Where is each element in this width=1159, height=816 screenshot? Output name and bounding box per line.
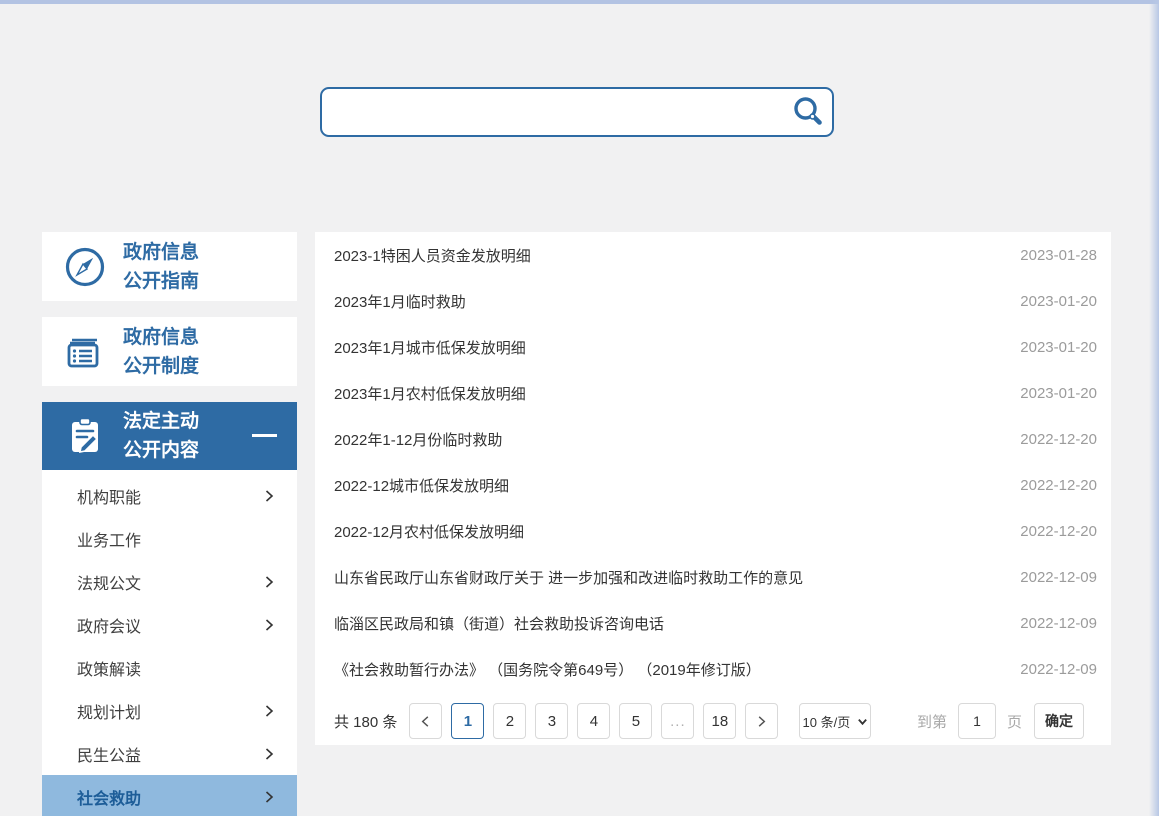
page-number-button[interactable]: 3	[535, 703, 568, 739]
submenu-item-label: 政策解读	[77, 656, 141, 680]
chevron-right-icon	[262, 704, 276, 718]
page-number-label: 18	[712, 713, 729, 730]
page-number-label: 1	[464, 713, 472, 730]
submenu-item-label: 业务工作	[77, 527, 141, 551]
chevron-right-icon	[262, 790, 276, 804]
chevron-right-icon	[262, 618, 276, 632]
list-item: 2023年1月城市低保发放明细 2023-01-20	[334, 324, 1097, 370]
sidebar-item-label: 政府信息 公开制度	[123, 323, 199, 381]
submenu-item-label: 规划计划	[77, 699, 141, 723]
goto-prefix-label: 到第	[917, 711, 947, 732]
sidebar-submenu-item[interactable]: 法规公文	[42, 560, 297, 603]
page-number-button[interactable]: 18	[703, 703, 736, 739]
page-number-button[interactable]: 4	[577, 703, 610, 739]
sidebar-submenu-item[interactable]: 社会救助	[42, 775, 297, 816]
submenu-item-label: 机构职能	[77, 484, 141, 508]
sidebar-submenu-item[interactable]: 规划计划	[42, 689, 297, 732]
list-item: 山东省民政厅山东省财政厅关于 进一步加强和改进临时救助工作的意见 2022-12…	[334, 554, 1097, 600]
page-number-button[interactable]: 2	[493, 703, 526, 739]
chevron-right-icon	[262, 575, 276, 589]
submenu-item-label: 政府会议	[77, 613, 141, 637]
search-input[interactable]	[322, 89, 784, 135]
minus-icon[interactable]	[252, 434, 277, 437]
page-number-label: ...	[670, 713, 686, 730]
article-link[interactable]: 2023年1月城市低保发放明细	[334, 337, 526, 358]
sidebar-item-label: 政府信息 公开指南	[123, 238, 199, 296]
article-date: 2022-12-20	[1020, 477, 1097, 494]
search-icon	[791, 95, 825, 129]
list-item: 2023年1月临时救助 2023-01-20	[334, 278, 1097, 324]
list-item: 《社会救助暂行办法》 （国务院令第649号） （2019年修订版） 2022-1…	[334, 646, 1097, 692]
clipboard-pen-icon	[63, 414, 107, 458]
article-link[interactable]: 2022-12月农村低保发放明细	[334, 521, 524, 542]
search-button[interactable]	[784, 89, 832, 135]
sidebar-item-label: 法定主动 公开内容	[123, 407, 199, 465]
sidebar-submenu: 机构职能 业务工作 法规公文	[42, 470, 297, 816]
page-number-label: 4	[590, 713, 598, 730]
list-item: 2023年1月农村低保发放明细 2023-01-20	[334, 370, 1097, 416]
sidebar-submenu-item[interactable]: 机构职能	[42, 474, 297, 517]
article-date: 2023-01-28	[1020, 247, 1097, 264]
sidebar-submenu-item[interactable]: 政策解读	[42, 646, 297, 689]
chevron-right-icon	[262, 747, 276, 761]
next-page-button[interactable]	[745, 703, 778, 739]
chevron-down-icon	[857, 716, 868, 727]
article-link[interactable]: 2023年1月临时救助	[334, 291, 466, 312]
list-item: 2022-12月农村低保发放明细 2022-12-20	[334, 508, 1097, 554]
pagination-bar: 共 180 条 1 2 3 4 5	[334, 703, 1097, 739]
chevron-left-icon	[419, 715, 432, 728]
chevron-right-icon	[262, 489, 276, 503]
total-count-label: 共 180 条	[334, 711, 397, 732]
document-list-icon	[63, 330, 107, 374]
submenu-item-label: 法规公文	[77, 570, 141, 594]
article-list-panel: 2023-1特困人员资金发放明细 2023-01-28 2023年1月临时救助 …	[315, 232, 1111, 745]
article-date: 2022-12-20	[1020, 523, 1097, 540]
page-number-label: 3	[548, 713, 556, 730]
article-date: 2022-12-20	[1020, 431, 1097, 448]
page-number-label: 5	[632, 713, 640, 730]
article-link[interactable]: 2022年1-12月份临时救助	[334, 429, 502, 450]
article-link[interactable]: 《社会救助暂行办法》 （国务院令第649号） （2019年修订版）	[334, 659, 761, 680]
sidebar-submenu-item[interactable]: 业务工作	[42, 517, 297, 560]
chevron-right-icon	[755, 715, 768, 728]
article-date: 2023-01-20	[1020, 385, 1097, 402]
article-date: 2022-12-09	[1020, 615, 1097, 632]
submenu-item-label: 民生公益	[77, 742, 141, 766]
sidebar-item-gov-info-system[interactable]: 政府信息 公开制度	[42, 317, 297, 386]
page-number-label: 2	[506, 713, 514, 730]
sidebar-item-statutory-disclosure[interactable]: 法定主动 公开内容	[42, 402, 297, 470]
search-box	[320, 87, 834, 137]
article-link[interactable]: 2023年1月农村低保发放明细	[334, 383, 526, 404]
article-date: 2023-01-20	[1020, 293, 1097, 310]
goto-page-input[interactable]	[958, 703, 996, 739]
article-link[interactable]: 山东省民政厅山东省财政厅关于 进一步加强和改进临时救助工作的意见	[334, 567, 803, 588]
top-accent-strip	[0, 0, 1159, 4]
compass-icon	[63, 245, 107, 289]
goto-suffix-label: 页	[1007, 711, 1022, 732]
right-edge-gradient	[1149, 0, 1159, 816]
article-date: 2023-01-20	[1020, 339, 1097, 356]
article-date: 2022-12-09	[1020, 661, 1097, 678]
sidebar-submenu-item[interactable]: 民生公益	[42, 732, 297, 775]
list-item: 2022年1-12月份临时救助 2022-12-20	[334, 416, 1097, 462]
article-link[interactable]: 2022-12城市低保发放明细	[334, 475, 509, 496]
article-link[interactable]: 临淄区民政局和镇（街道）社会救助投诉咨询电话	[334, 613, 664, 634]
article-link[interactable]: 2023-1特困人员资金发放明细	[334, 245, 531, 266]
sidebar-item-gov-info-guide[interactable]: 政府信息 公开指南	[42, 232, 297, 301]
page-size-label: 10 条/页	[803, 712, 851, 731]
list-item: 2022-12城市低保发放明细 2022-12-20	[334, 462, 1097, 508]
prev-page-button[interactable]	[409, 703, 442, 739]
article-date: 2022-12-09	[1020, 569, 1097, 586]
page-number-button[interactable]: 1	[451, 703, 484, 739]
list-item: 临淄区民政局和镇（街道）社会救助投诉咨询电话 2022-12-09	[334, 600, 1097, 646]
confirm-button[interactable]: 确定	[1034, 703, 1084, 739]
page-size-select[interactable]: 10 条/页	[799, 703, 871, 739]
submenu-item-label: 社会救助	[77, 785, 141, 809]
sidebar-submenu-item[interactable]: 政府会议	[42, 603, 297, 646]
page-number-button[interactable]: ...	[661, 703, 694, 739]
goto-page-group: 到第 页 确定	[917, 703, 1084, 739]
page-number-button[interactable]: 5	[619, 703, 652, 739]
list-item: 2023-1特困人员资金发放明细 2023-01-28	[334, 232, 1097, 278]
